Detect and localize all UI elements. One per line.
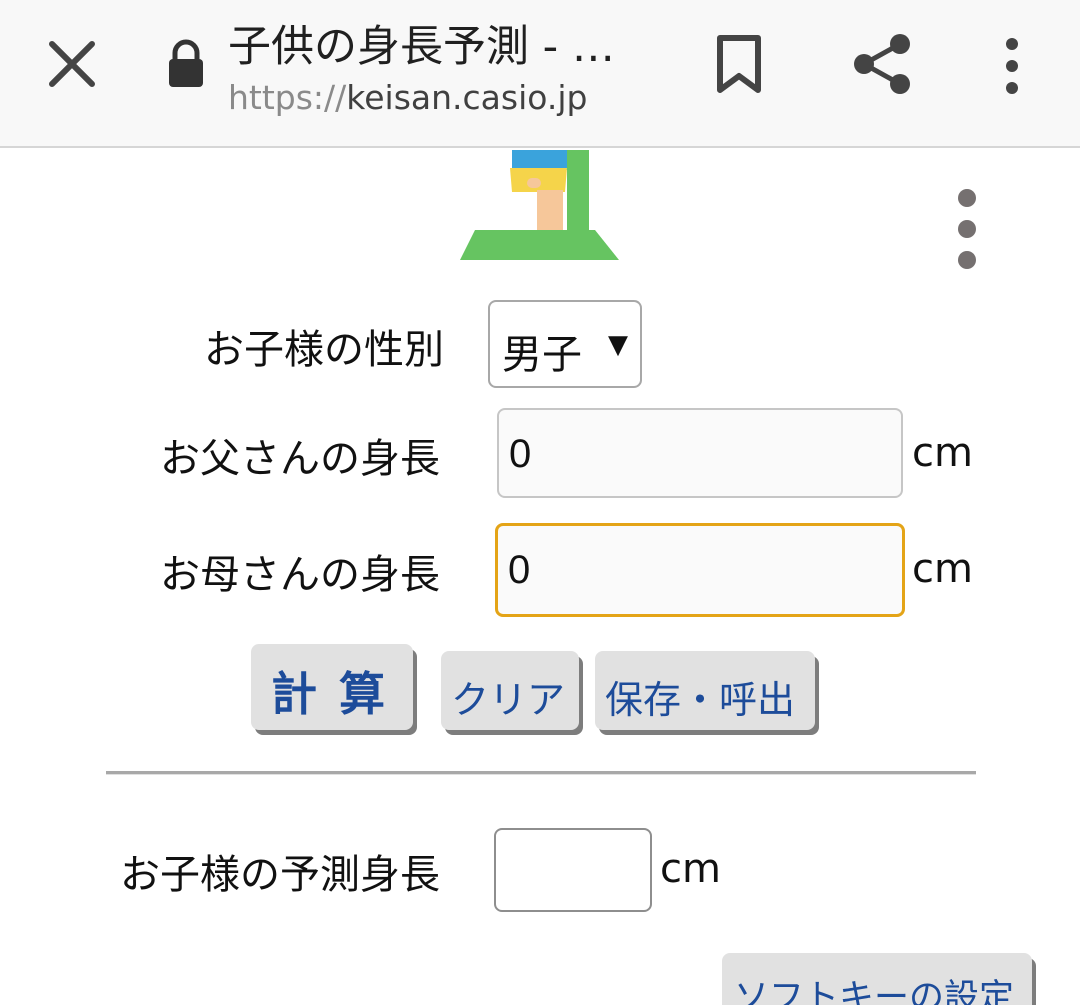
bookmark-icon[interactable] xyxy=(712,34,766,96)
clear-button[interactable]: クリア xyxy=(441,651,579,730)
father-height-label: お父さんの身長 xyxy=(160,436,440,482)
calculate-button[interactable]: 計算 xyxy=(251,644,413,730)
page-title[interactable]: 子供の身長予測 - … xyxy=(228,12,615,74)
share-icon[interactable] xyxy=(850,32,914,96)
father-height-input[interactable]: 0 xyxy=(497,408,903,498)
mother-height-value: 0 xyxy=(508,548,531,592)
gender-select-value: 男子 xyxy=(502,332,582,378)
gender-label: お子様の性別 xyxy=(204,327,444,373)
close-icon[interactable] xyxy=(42,34,102,94)
gender-select[interactable]: 男子 ▼ xyxy=(488,300,642,388)
predicted-height-label: お子様の予測身長 xyxy=(120,852,440,898)
more-vert-icon[interactable] xyxy=(990,36,1034,96)
mother-height-label: お母さんの身長 xyxy=(160,552,440,598)
mother-height-unit: cm xyxy=(912,546,973,592)
url-host: keisan.casio.jp xyxy=(346,78,588,117)
divider xyxy=(106,771,976,775)
browser-top-bar: 子供の身長予測 - … https://keisan.casio.jp xyxy=(0,0,1080,148)
save-load-button[interactable]: 保存・呼出 xyxy=(595,651,815,730)
predicted-height-output xyxy=(494,828,652,912)
mother-height-input[interactable]: 0 xyxy=(495,523,905,617)
lock-icon xyxy=(166,38,206,88)
softkey-settings-button[interactable]: ソフトキーの設定 xyxy=(722,953,1032,1005)
dropdown-arrow-icon: ▼ xyxy=(608,330,628,360)
page-url[interactable]: https://keisan.casio.jp xyxy=(228,78,587,117)
father-height-value: 0 xyxy=(509,432,532,476)
predicted-height-unit: cm xyxy=(660,846,721,892)
child-height-illustration xyxy=(455,150,625,262)
url-scheme: https:// xyxy=(228,78,347,117)
father-height-unit: cm xyxy=(912,430,973,476)
page-menu-icon[interactable] xyxy=(945,182,989,274)
